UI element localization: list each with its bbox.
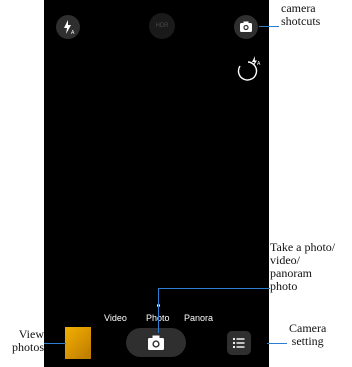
svg-text:A: A xyxy=(257,61,261,67)
gallery-thumbnail[interactable] xyxy=(65,327,91,359)
flash-auto-icon: A xyxy=(64,20,75,36)
callout-line-capture-h xyxy=(158,288,270,289)
callout-line-capture-v xyxy=(158,288,159,333)
annotation-camera-setting: Camera setting xyxy=(289,322,326,348)
mode-selector: Video Photo Panora xyxy=(44,313,269,327)
annotation-line: photo xyxy=(270,279,298,293)
svg-text:A: A xyxy=(71,30,75,36)
annotation-take-photo: Take a photo/ video/ panoram photo xyxy=(270,241,335,293)
camera-icon xyxy=(148,335,164,350)
flash-auto-button[interactable]: A xyxy=(56,15,80,39)
camera-viewfinder: A HDR A Video Photo Panora xyxy=(44,0,269,367)
hdr-label: HDR xyxy=(155,23,169,29)
callout-line-setting xyxy=(267,343,287,344)
menu-list-icon xyxy=(232,337,245,349)
settings-button[interactable] xyxy=(227,331,251,355)
timer-flash-icon[interactable]: A xyxy=(234,54,264,86)
shutter-button[interactable] xyxy=(126,328,186,357)
callout-line-view xyxy=(44,343,66,344)
annotation-line: shotcuts xyxy=(281,14,321,28)
annotation-line: setting xyxy=(291,334,324,348)
mode-video[interactable]: Video xyxy=(104,313,127,323)
callout-line-shortcuts xyxy=(259,26,279,27)
camera-switch-button[interactable] xyxy=(234,15,258,39)
hdr-button[interactable]: HDR xyxy=(149,13,175,39)
mode-panorama[interactable]: Panora xyxy=(184,313,213,323)
camera-switch-icon xyxy=(240,21,252,32)
annotation-line: photos xyxy=(11,340,44,354)
annotation-view-photos: View photos xyxy=(1,328,44,354)
annotation-camera-shortcuts: camera shotcuts xyxy=(281,2,320,28)
